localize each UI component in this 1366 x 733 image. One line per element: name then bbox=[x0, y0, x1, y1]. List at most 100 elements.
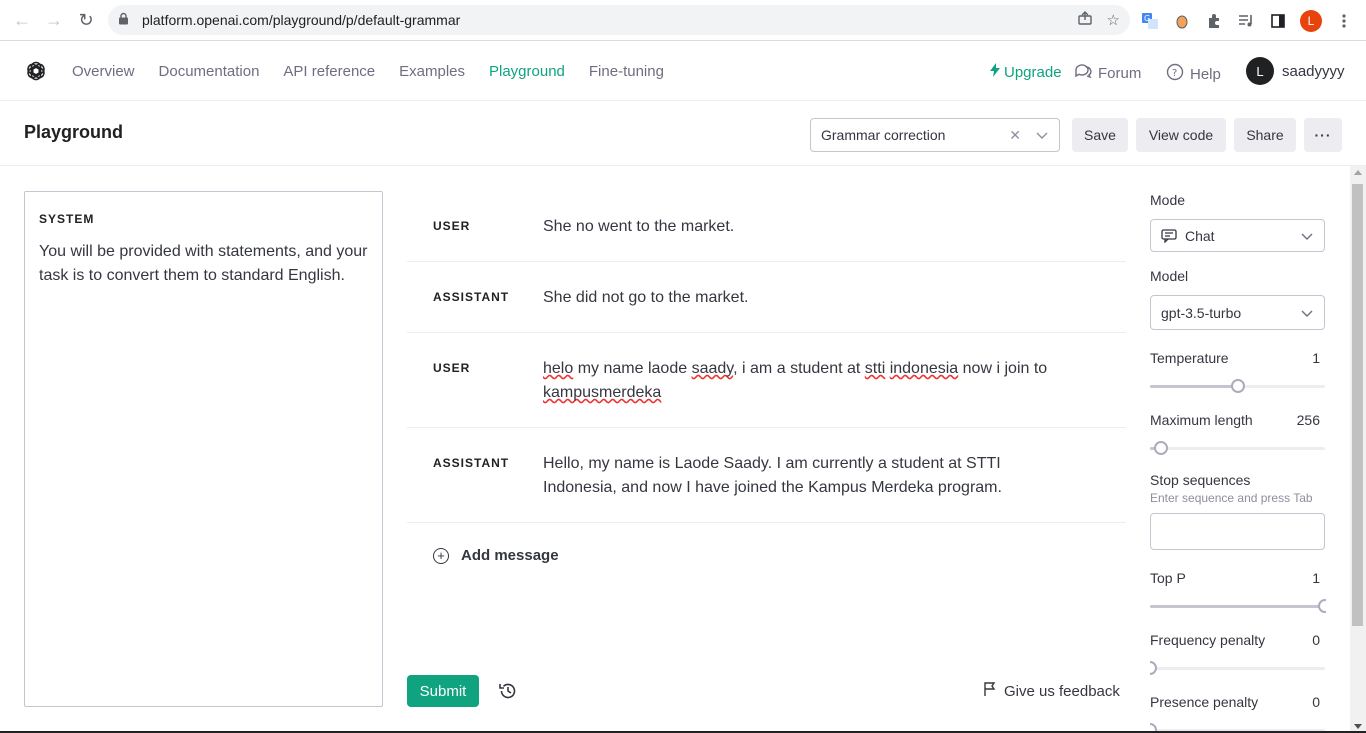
message-row: USER She no went to the market. bbox=[407, 191, 1126, 262]
clear-preset-icon[interactable]: ✕ bbox=[1009, 127, 1021, 144]
chat-icon bbox=[1161, 228, 1177, 243]
help-label: Help bbox=[1190, 65, 1221, 83]
message-row: USER helo my name laode saady, i am a st… bbox=[407, 333, 1126, 428]
save-button[interactable]: Save bbox=[1072, 118, 1128, 152]
top-navigation: Overview Documentation API reference Exa… bbox=[72, 41, 664, 101]
stop-sequences-label: Stop sequences bbox=[1150, 472, 1251, 488]
top-p-slider[interactable] bbox=[1150, 599, 1326, 613]
browser-menu-icon[interactable] bbox=[1334, 11, 1354, 31]
submit-button[interactable]: Submit bbox=[407, 675, 479, 707]
nav-playground[interactable]: Playground bbox=[489, 63, 565, 80]
view-code-button[interactable]: View code bbox=[1136, 118, 1226, 152]
puzzle-extensions-icon[interactable] bbox=[1204, 11, 1224, 31]
max-length-value[interactable]: 256 bbox=[1297, 412, 1320, 428]
openai-logo-icon[interactable] bbox=[24, 59, 48, 83]
browser-toolbar: ← → ↻ platform.openai.com/playground/p/d… bbox=[0, 0, 1366, 41]
model-label: Model bbox=[1150, 268, 1189, 284]
presence-penalty-label: Presence penalty bbox=[1150, 694, 1259, 710]
mode-select[interactable]: Chat bbox=[1150, 219, 1325, 252]
frequency-penalty-value[interactable]: 0 bbox=[1312, 632, 1320, 648]
message-list: USER She no went to the market. ASSISTAN… bbox=[407, 191, 1126, 523]
message-content[interactable]: helo my name laode saady, i am a student… bbox=[543, 357, 1063, 405]
history-icon[interactable] bbox=[498, 681, 518, 701]
stop-sequences-input[interactable] bbox=[1150, 513, 1325, 550]
nav-overview[interactable]: Overview bbox=[72, 63, 135, 80]
lightning-icon bbox=[990, 63, 1000, 81]
bookmark-star-icon[interactable]: ☆ bbox=[1107, 11, 1120, 29]
message-role[interactable]: ASSISTANT bbox=[407, 452, 543, 500]
nav-documentation[interactable]: Documentation bbox=[159, 63, 260, 80]
temperature-label: Temperature bbox=[1150, 350, 1229, 366]
preset-value: Grammar correction bbox=[821, 127, 946, 143]
mode-label: Mode bbox=[1150, 192, 1186, 208]
temperature-slider[interactable] bbox=[1150, 379, 1325, 393]
max-length-slider[interactable] bbox=[1150, 441, 1325, 455]
nav-api-reference[interactable]: API reference bbox=[283, 63, 375, 80]
chevron-down-icon bbox=[1035, 128, 1049, 145]
add-message-button[interactable]: + Add message bbox=[433, 547, 559, 564]
system-text[interactable]: You will be provided with statements, an… bbox=[39, 240, 368, 288]
browser-profile-avatar[interactable]: L bbox=[1300, 9, 1322, 32]
media-control-icon[interactable] bbox=[1236, 11, 1256, 31]
slider-thumb[interactable] bbox=[1150, 661, 1157, 675]
nav-examples[interactable]: Examples bbox=[399, 63, 465, 80]
message-content[interactable]: Hello, my name is Laode Saady. I am curr… bbox=[543, 452, 1063, 500]
playground-header: Playground Grammar correction ✕ Save Vie… bbox=[0, 102, 1366, 166]
temperature-value[interactable]: 1 bbox=[1312, 350, 1320, 366]
forum-link[interactable]: Forum bbox=[1074, 63, 1141, 83]
reload-icon[interactable]: ↻ bbox=[70, 4, 102, 36]
slider-thumb[interactable] bbox=[1153, 441, 1168, 455]
chevron-down-icon bbox=[1300, 306, 1314, 323]
address-bar[interactable]: platform.openai.com/playground/p/default… bbox=[108, 5, 1130, 35]
help-link[interactable]: ? Help bbox=[1166, 63, 1221, 85]
message-content[interactable]: She no went to the market. bbox=[543, 215, 1063, 239]
slider-thumb[interactable] bbox=[1318, 599, 1326, 613]
svg-text:?: ? bbox=[1172, 68, 1177, 79]
frequency-penalty-slider[interactable] bbox=[1150, 661, 1325, 675]
upgrade-link[interactable]: Upgrade bbox=[990, 63, 1062, 81]
frequency-penalty-label: Frequency penalty bbox=[1150, 632, 1266, 648]
model-value: gpt-3.5-turbo bbox=[1161, 304, 1242, 321]
slider-thumb[interactable] bbox=[1230, 379, 1245, 393]
add-message-label: Add message bbox=[461, 547, 559, 564]
top-p-value[interactable]: 1 bbox=[1312, 570, 1320, 586]
plus-circle-icon: + bbox=[433, 547, 449, 564]
user-menu[interactable]: L saadyyyy bbox=[1246, 57, 1345, 85]
message-role[interactable]: ASSISTANT bbox=[407, 286, 543, 310]
settings-panel: Mode Chat Model gpt-3.5-turbo Temperatur… bbox=[1150, 166, 1326, 733]
translate-extension-icon[interactable]: G bbox=[1140, 11, 1160, 31]
page-scrollbar[interactable] bbox=[1350, 166, 1366, 733]
back-icon[interactable]: ← bbox=[6, 4, 38, 36]
message-role[interactable]: USER bbox=[407, 357, 543, 405]
url-text: platform.openai.com/playground/p/default… bbox=[142, 12, 461, 28]
presence-penalty-value[interactable]: 0 bbox=[1312, 694, 1320, 710]
chat-bubbles-icon bbox=[1074, 63, 1092, 83]
message-row: ASSISTANT Hello, my name is Laode Saady.… bbox=[407, 428, 1126, 523]
mode-value: Chat bbox=[1185, 227, 1215, 244]
scroll-up-arrow-icon[interactable] bbox=[1354, 170, 1362, 175]
side-panel-icon[interactable] bbox=[1268, 11, 1288, 31]
preset-select[interactable]: Grammar correction ✕ bbox=[810, 118, 1060, 152]
forum-label: Forum bbox=[1098, 64, 1142, 82]
model-select[interactable]: gpt-3.5-turbo bbox=[1150, 295, 1325, 330]
scrollbar-thumb[interactable] bbox=[1352, 184, 1363, 626]
stop-sequences-hint: Enter sequence and press Tab bbox=[1150, 491, 1313, 505]
nav-fine-tuning[interactable]: Fine-tuning bbox=[589, 63, 664, 80]
help-circle-icon: ? bbox=[1166, 63, 1184, 85]
page-title: Playground bbox=[24, 122, 124, 142]
svg-text:G: G bbox=[1144, 14, 1150, 23]
feedback-link[interactable]: Give us feedback bbox=[984, 682, 1120, 700]
feedback-label: Give us feedback bbox=[1004, 682, 1120, 700]
system-prompt-panel[interactable]: SYSTEM You will be provided with stateme… bbox=[24, 191, 383, 707]
message-role[interactable]: USER bbox=[407, 215, 543, 239]
lock-icon bbox=[118, 12, 136, 28]
more-options-button[interactable]: ··· bbox=[1304, 118, 1342, 152]
upgrade-label: Upgrade bbox=[1004, 63, 1062, 81]
flag-icon bbox=[984, 682, 996, 700]
scroll-down-arrow-icon[interactable] bbox=[1354, 724, 1362, 729]
extension-icon[interactable] bbox=[1172, 11, 1192, 31]
share-page-icon[interactable] bbox=[1077, 10, 1093, 30]
message-content[interactable]: She did not go to the market. bbox=[543, 286, 1063, 310]
forward-icon[interactable]: → bbox=[38, 4, 70, 36]
share-button[interactable]: Share bbox=[1234, 118, 1296, 152]
